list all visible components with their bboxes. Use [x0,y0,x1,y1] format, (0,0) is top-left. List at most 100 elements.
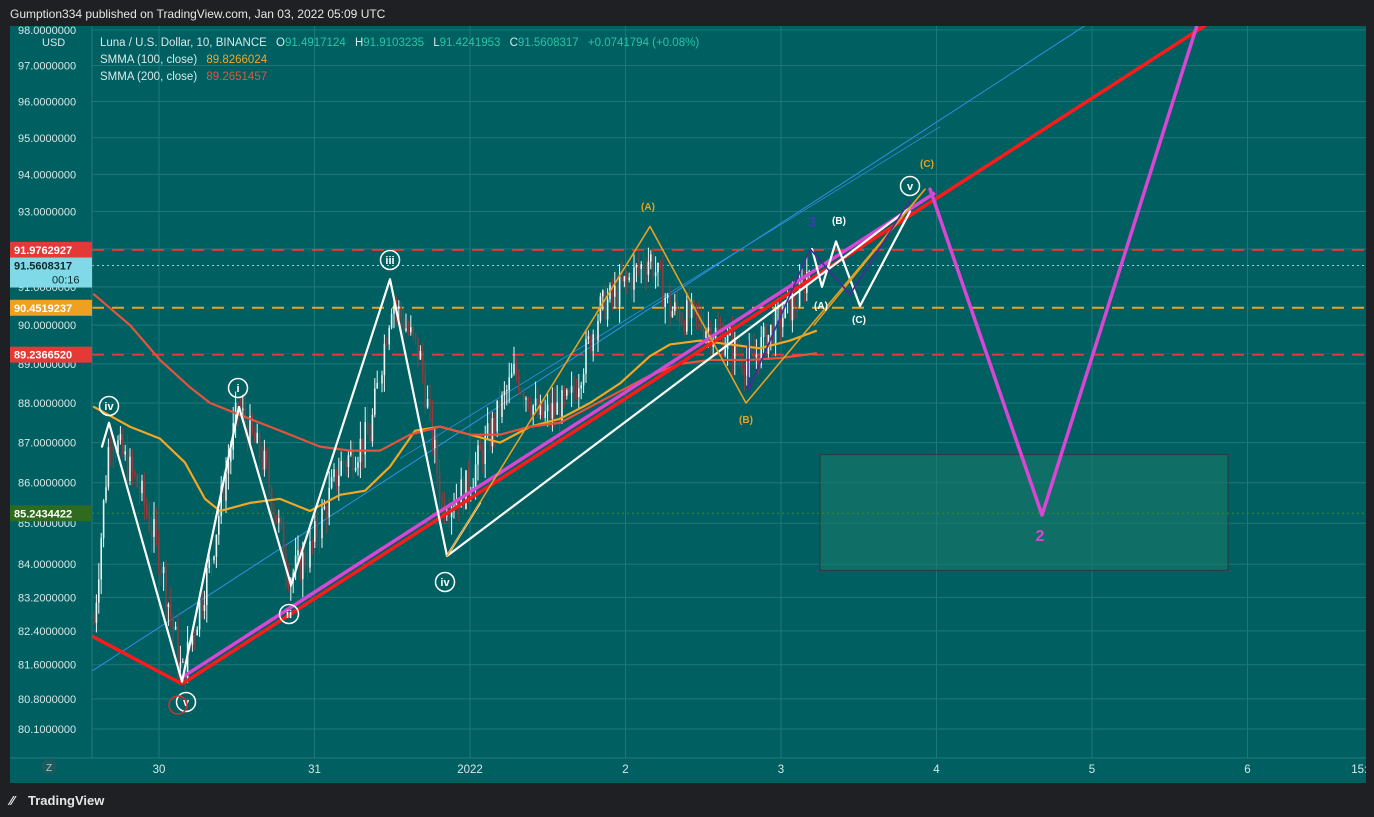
legend-open-label: O [276,37,285,49]
candle-body [580,385,582,389]
candle-body [93,622,95,624]
corrective-label: (A) [641,202,655,213]
candle-body [400,306,402,319]
chart-svg[interactable]: ivviiiiiiivv(A)(B)(C)(A)(B)(C)32 98.0000… [10,14,1374,783]
candle-body [251,415,254,433]
candle-body [352,449,354,471]
timezone-button[interactable]: Z [41,759,57,775]
y-tick-label: 98.0000000 [18,26,76,37]
smma200-line [92,293,818,452]
candle-body [436,439,438,474]
candle-body [306,566,309,568]
candle-body [275,514,278,523]
candle-body [494,417,496,432]
corrective-label: (A) [814,301,828,312]
candle-body [570,385,573,393]
candle-body [664,297,666,308]
candle-body [371,414,374,442]
wave-label-text: ii [286,609,292,621]
candle-body [333,469,335,478]
x-tick-label: 31 [308,764,321,776]
candle-body [254,432,256,443]
candle-body [412,327,414,335]
candle-body [196,629,198,636]
candle-body [316,521,318,538]
y-tick-label: 97.0000000 [18,61,76,73]
candle-body [167,604,170,608]
candle-body [568,389,570,393]
candle-body [210,559,213,561]
x-tick-label: 15:00 [1351,764,1366,776]
candle-body [650,254,652,262]
candle-body [573,385,575,392]
published-header: Gumption334 published on TradingView.com… [0,0,1374,26]
candle-body [501,395,503,417]
x-tick-label: 30 [153,764,166,776]
candle-body [496,400,498,432]
corrective-label: (B) [739,415,753,426]
svg-text:SMMA (200, close) 89.2: SMMA (200, close) 89.2651457 [100,71,267,83]
y-tick-label: 83.2000000 [18,592,76,604]
candle-body [414,334,417,338]
candle-body [417,337,419,360]
candle-body [734,338,736,362]
candle-body [683,322,686,332]
candle-body [194,635,196,637]
candle-body [554,403,556,415]
candle-body [268,462,270,488]
wave-label-text: iv [440,577,450,589]
candle-body [534,398,537,406]
candle-body [112,448,114,451]
candle-body [402,318,405,331]
candle-body [544,411,546,418]
y-tick-label: 86.0000000 [18,478,76,490]
candle-body [666,294,669,298]
candle-body [419,350,422,360]
candle-body [405,328,407,331]
candle-body [578,388,580,398]
candle-body [338,475,340,487]
candle-body [213,556,215,561]
x-tick-label: 6 [1244,764,1250,776]
candle-body [266,450,268,463]
candle-body [314,521,316,542]
candle-body [362,438,364,455]
candle-body [585,338,587,374]
tradingview-logo[interactable]: ⁄⁄ TradingView [10,793,104,808]
legend-smma100-value: 89.8266024 [206,54,267,66]
x-tick-label: 2022 [457,764,483,776]
candle-body [755,355,758,358]
price-tag-label: 90.4519237 [14,303,72,315]
candle-body [102,500,105,539]
candle-body [318,537,321,539]
candle-body [520,391,522,393]
candle-body [652,254,654,277]
candle-body [126,451,129,482]
candle-body [686,300,688,332]
candle-body [388,327,390,345]
candle-body [438,473,441,499]
candle-body [100,538,102,580]
candle-body [510,373,513,378]
candle-body [422,350,424,375]
legend-change: +0.0741794 (+0.08%) [588,37,699,49]
primary-wave-label: 2 [1036,528,1045,545]
candle-body [645,270,647,275]
candle-body [674,302,676,312]
candle-body [383,343,386,376]
x-tick-label: 5 [1089,764,1095,776]
candle-body [124,451,126,455]
candle-body [791,294,794,321]
legend-smma100-label: SMMA (100, close) [100,54,197,66]
candle-body [198,601,201,630]
legend-close-label: C [510,37,518,49]
x-tick-label: 3 [778,764,784,776]
candle-body [378,383,381,385]
candle-body [527,397,530,409]
candle-body [340,461,342,476]
candle-body [143,480,146,506]
candle-body [522,392,525,400]
chart-area[interactable]: iv v i ii iii iv v (A) (B) (C) (A) (B) (C) 3 2 98.0000… [10,14,1374,783]
legend-high: 91.9103235 [363,37,424,49]
svg-text:Luna / U.S. Dollar, 10, BINANC: Luna / U.S. Dollar, 10, BINANCE O91.4917… [100,37,699,49]
